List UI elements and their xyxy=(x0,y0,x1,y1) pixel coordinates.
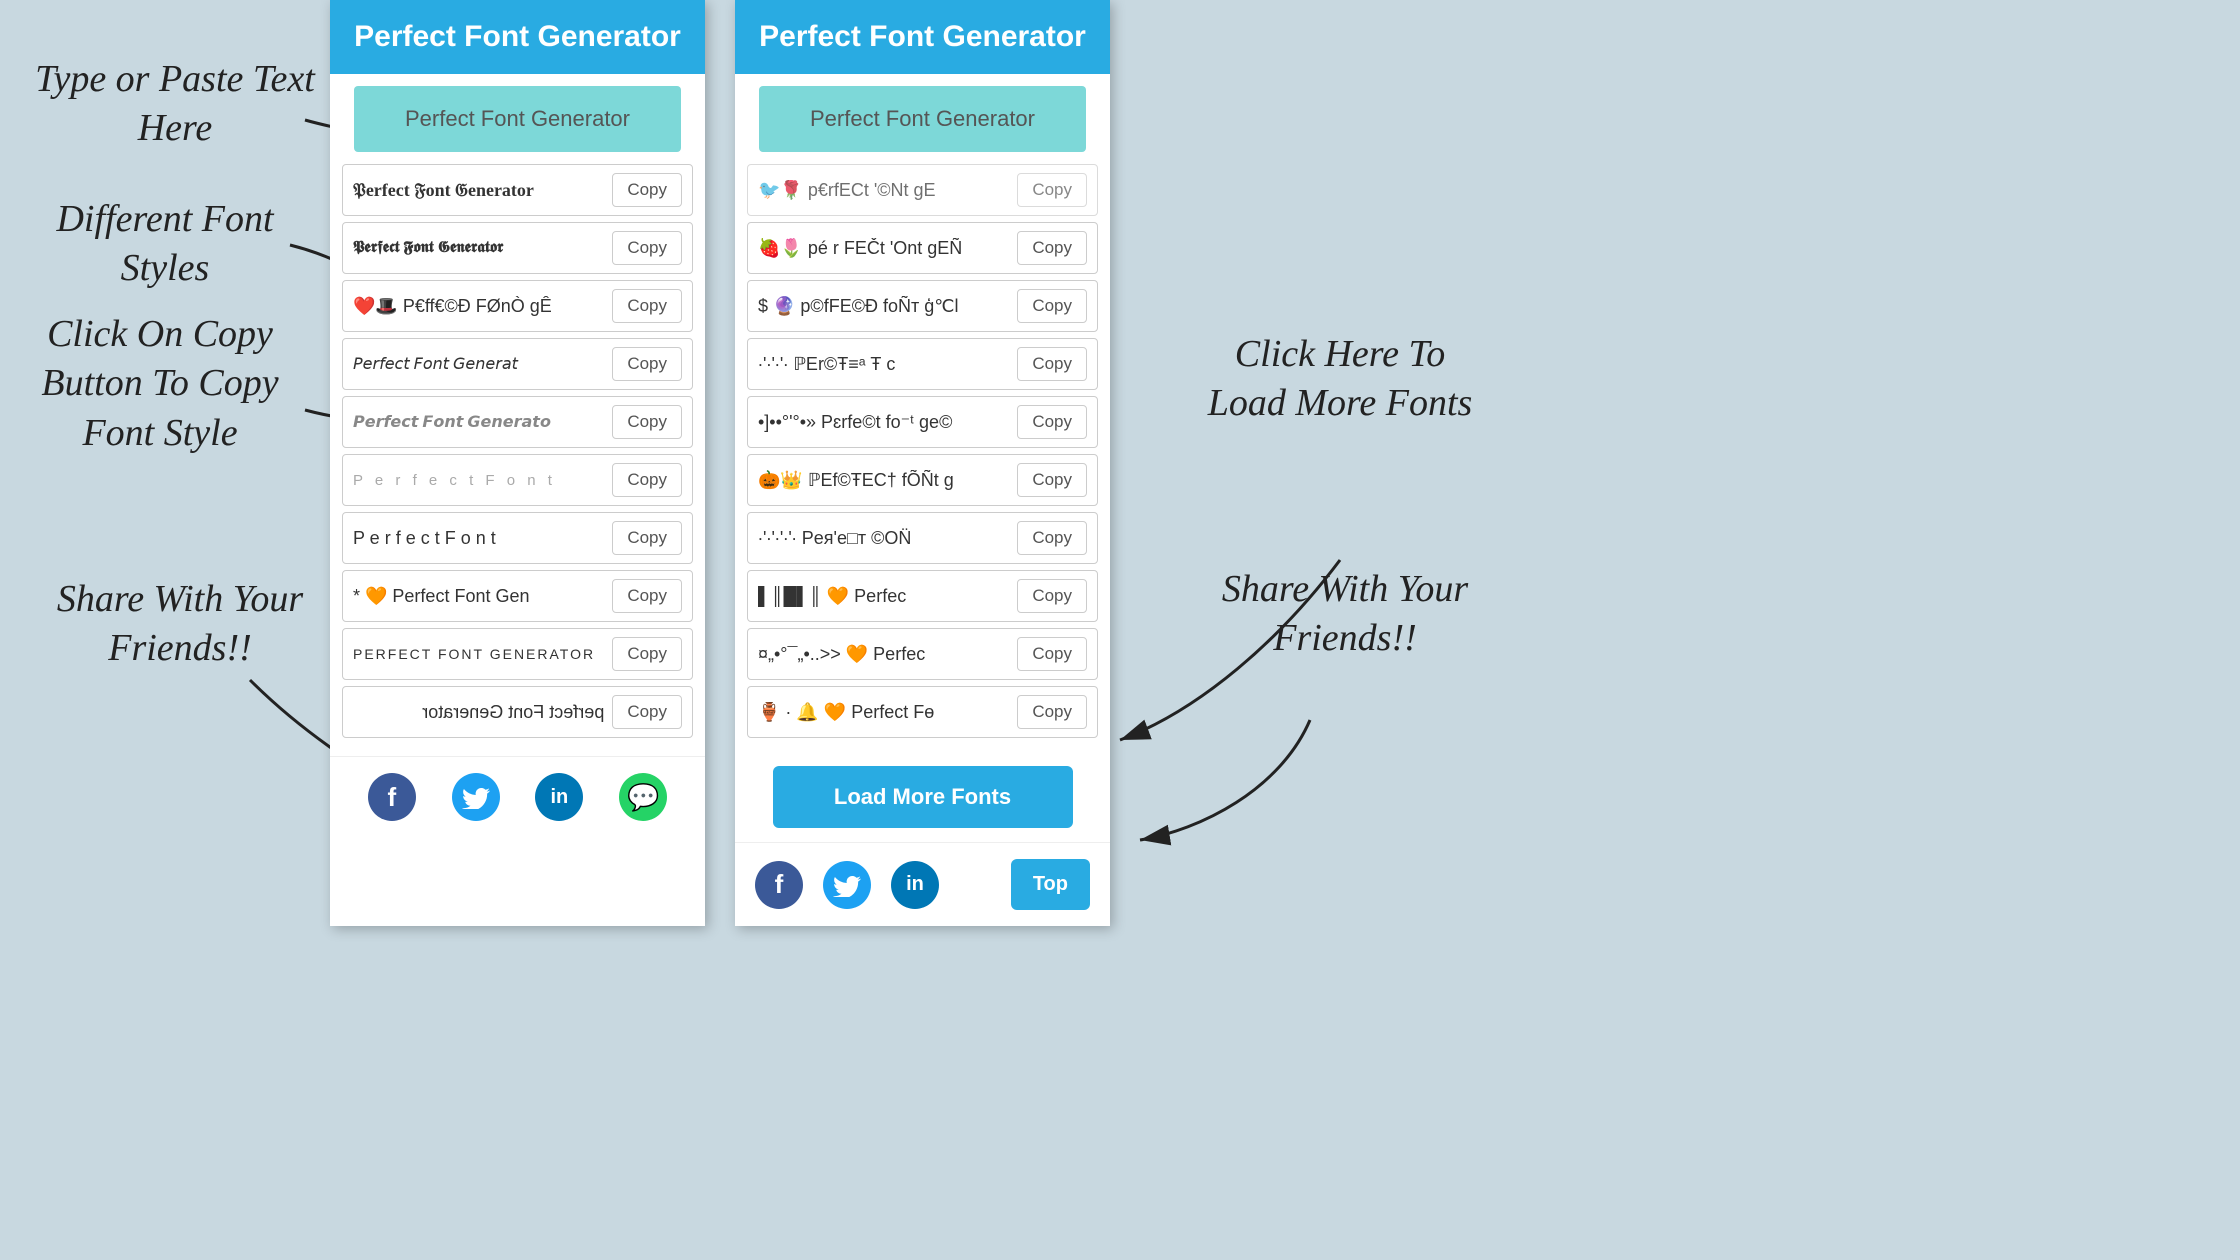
left-social-bar: f in 💬 xyxy=(330,756,705,837)
font-row-1: 𝔓erfect 𝔉ont 𝔊enerator Copy xyxy=(342,164,693,216)
right-font-text-7: ▌║█▌║ 🧡 Perfec xyxy=(758,586,1009,607)
right-input-box[interactable]: Perfect Font Generator xyxy=(759,86,1086,152)
left-font-list: 𝔓erfect 𝔉ont 𝔊enerator Copy 𝕻𝖊𝖗𝖋𝖊𝖈𝖙 𝕱𝖔𝖓𝖙… xyxy=(330,164,705,756)
left-input-box[interactable]: Perfect Font Generator xyxy=(354,86,681,152)
font-row-2: 𝕻𝖊𝖗𝖋𝖊𝖈𝖙 𝕱𝖔𝖓𝖙 𝕲𝖊𝖓𝖊𝖗𝖆𝖙𝖔𝖗 Copy xyxy=(342,222,693,274)
linkedin-icon-left[interactable]: in xyxy=(535,773,583,821)
right-font-row-6: ∙'∙'∙'∙'∙ Peя'e□т ©ON̈ Copy xyxy=(747,512,1098,564)
font-row-3: ❤️🎩 P€ff€©Ð FØnÒ gÊ Copy xyxy=(342,280,693,332)
right-font-row-4: •]••°'°•» Pɛrfe©t fo⁻ᵗ ge© Copy xyxy=(747,396,1098,448)
twitter-icon-right[interactable] xyxy=(823,861,871,909)
copy-btn-9[interactable]: Copy xyxy=(612,637,682,671)
right-font-text-1: 🍓🌷 pé r FEČt 'Ont gEÑ xyxy=(758,238,1009,259)
panels-container: Perfect Font Generator Perfect Font Gene… xyxy=(330,0,1110,926)
font-text-6: P e r f e c t F o n t xyxy=(353,472,604,489)
right-font-row-2: $ 🔮 p©fFE©Ð foÑт ģ℃l Copy xyxy=(747,280,1098,332)
copy-btn-5[interactable]: Copy xyxy=(612,405,682,439)
load-more-button[interactable]: Load More Fonts xyxy=(773,766,1073,828)
copy-btn-8[interactable]: Copy xyxy=(612,579,682,613)
right-font-text-2: $ 🔮 p©fFE©Ð foÑт ģ℃l xyxy=(758,296,1009,317)
font-row-5: 𝙋𝙚𝙧𝙛𝙚𝙘𝙩 𝙁𝙤𝙣𝙩 𝙂𝙚𝙣𝙚𝙧𝙖𝙩𝙤 Copy xyxy=(342,396,693,448)
right-copy-btn-2[interactable]: Copy xyxy=(1017,289,1087,323)
right-copy-btn-7[interactable]: Copy xyxy=(1017,579,1087,613)
right-font-text-6: ∙'∙'∙'∙'∙ Peя'e□т ©ON̈ xyxy=(758,528,1009,549)
annotation-different-fonts: Different Font Styles xyxy=(20,195,310,294)
copy-btn-2[interactable]: Copy xyxy=(612,231,682,265)
facebook-icon-right[interactable]: f xyxy=(755,861,803,909)
right-copy-btn-9[interactable]: Copy xyxy=(1017,695,1087,729)
right-copy-btn-1[interactable]: Copy xyxy=(1017,231,1087,265)
right-font-text-9: 🏺 · 🔔 🧡 Perfect Fɵ xyxy=(758,702,1009,723)
right-copy-btn-partial[interactable]: Copy xyxy=(1017,173,1087,207)
right-font-row-9: 🏺 · 🔔 🧡 Perfect Fɵ Copy xyxy=(747,686,1098,738)
annotation-click-copy: Click On Copy Button To Copy Font Style xyxy=(10,310,310,458)
left-panel: Perfect Font Generator Perfect Font Gene… xyxy=(330,0,705,926)
twitter-icon-left[interactable] xyxy=(452,773,500,821)
copy-btn-10[interactable]: Copy xyxy=(612,695,682,729)
font-text-9: PERFECT FONT GENERATOR xyxy=(353,646,604,662)
right-font-row-8: ¤„•°¯„•..>> 🧡 Perfec Copy xyxy=(747,628,1098,680)
annotation-share-left: Share With Your Friends!! xyxy=(50,575,310,674)
annotation-share-right: Share With Your Friends!! xyxy=(1210,565,1480,664)
whatsapp-icon-left[interactable]: 💬 xyxy=(619,773,667,821)
right-font-text-8: ¤„•°¯„•..>> 🧡 Perfec xyxy=(758,644,1009,665)
right-font-row-partial: 🐦🌹 p€rfECt '©Nt gE Copy xyxy=(747,164,1098,216)
font-row-4: 𝘗𝘦𝘳𝘧𝘦𝘤𝘵 𝘍𝘰𝘯𝘵 𝘎𝘦𝘯𝘦𝘳𝘢𝘵 Copy xyxy=(342,338,693,390)
font-row-10: perfect Font Generator Copy xyxy=(342,686,693,738)
right-font-row-1: 🍓🌷 pé r FEČt 'Ont gEÑ Copy xyxy=(747,222,1098,274)
copy-btn-7[interactable]: Copy xyxy=(612,521,682,555)
font-text-7: P e r f e c t F o n t xyxy=(353,528,604,549)
font-row-8: * 🧡 Perfect Font Gen Copy xyxy=(342,570,693,622)
right-font-text-4: •]••°'°•» Pɛrfe©t fo⁻ᵗ ge© xyxy=(758,412,1009,433)
font-row-6: P e r f e c t F o n t Copy xyxy=(342,454,693,506)
right-font-row-3: ∙'∙'∙'∙ ℙEr©Ŧ≡ᵃ Ŧ c Copy xyxy=(747,338,1098,390)
right-font-list: 🐦🌹 p€rfECt '©Nt gE Copy 🍓🌷 pé r FEČt 'On… xyxy=(735,164,1110,756)
font-text-10: perfect Font Generator xyxy=(353,702,604,723)
font-text-4: 𝘗𝘦𝘳𝘧𝘦𝘤𝘵 𝘍𝘰𝘯𝘵 𝘎𝘦𝘯𝘦𝘳𝘢𝘵 xyxy=(353,354,604,374)
font-text-2: 𝕻𝖊𝖗𝖋𝖊𝖈𝖙 𝕱𝖔𝖓𝖙 𝕲𝖊𝖓𝖊𝖗𝖆𝖙𝖔𝖗 xyxy=(353,239,604,257)
font-text-5: 𝙋𝙚𝙧𝙛𝙚𝙘𝙩 𝙁𝙤𝙣𝙩 𝙂𝙚𝙣𝙚𝙧𝙖𝙩𝙤 xyxy=(353,412,604,432)
right-social-bar: f in Top xyxy=(735,842,1110,926)
right-font-text-partial: 🐦🌹 p€rfECt '©Nt gE xyxy=(758,180,1009,201)
linkedin-icon-right[interactable]: in xyxy=(891,861,939,909)
font-text-8: * 🧡 Perfect Font Gen xyxy=(353,586,604,607)
facebook-icon-left[interactable]: f xyxy=(368,773,416,821)
copy-btn-4[interactable]: Copy xyxy=(612,347,682,381)
right-copy-btn-5[interactable]: Copy xyxy=(1017,463,1087,497)
right-font-row-7: ▌║█▌║ 🧡 Perfec Copy xyxy=(747,570,1098,622)
annotation-load-more: Click Here To Load More Fonts xyxy=(1200,330,1480,429)
copy-btn-6[interactable]: Copy xyxy=(612,463,682,497)
right-copy-btn-3[interactable]: Copy xyxy=(1017,347,1087,381)
right-copy-btn-4[interactable]: Copy xyxy=(1017,405,1087,439)
right-font-text-5: 🎃👑 ℙEf©ŦEC† fÕÑt g xyxy=(758,470,1009,491)
font-text-3: ❤️🎩 P€ff€©Ð FØnÒ gÊ xyxy=(353,296,604,317)
right-font-row-5: 🎃👑 ℙEf©ŦEC† fÕÑt g Copy xyxy=(747,454,1098,506)
top-button[interactable]: Top xyxy=(1011,859,1090,910)
right-panel: Perfect Font Generator Perfect Font Gene… xyxy=(735,0,1110,926)
annotation-type-paste: Type or Paste Text Here xyxy=(30,55,320,154)
copy-btn-1[interactable]: Copy xyxy=(612,173,682,207)
font-row-7: P e r f e c t F o n t Copy xyxy=(342,512,693,564)
right-panel-header: Perfect Font Generator xyxy=(735,0,1110,74)
right-copy-btn-6[interactable]: Copy xyxy=(1017,521,1087,555)
copy-btn-3[interactable]: Copy xyxy=(612,289,682,323)
right-copy-btn-8[interactable]: Copy xyxy=(1017,637,1087,671)
font-row-9: PERFECT FONT GENERATOR Copy xyxy=(342,628,693,680)
left-panel-header: Perfect Font Generator xyxy=(330,0,705,74)
right-font-text-3: ∙'∙'∙'∙ ℙEr©Ŧ≡ᵃ Ŧ c xyxy=(758,354,1009,375)
font-text-1: 𝔓erfect 𝔉ont 𝔊enerator xyxy=(353,180,604,201)
